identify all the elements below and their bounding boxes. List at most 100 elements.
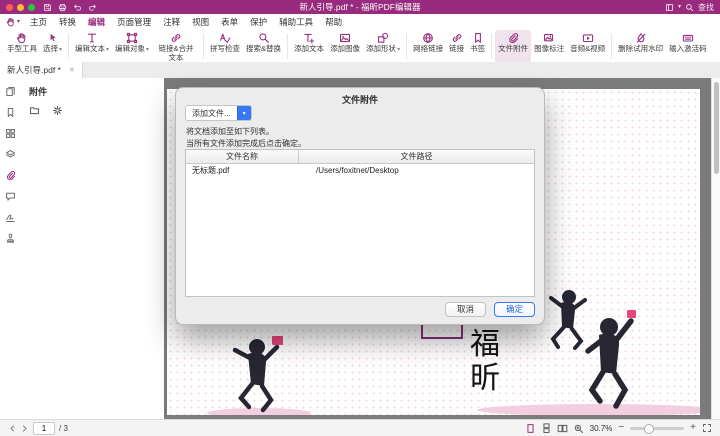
tool-activation-code[interactable]: 输入激活码 [666, 30, 710, 63]
bookmark-icon[interactable] [5, 107, 16, 118]
tool-edit-text[interactable]: 编辑文本▾ [72, 30, 112, 63]
thumbnails-icon[interactable] [5, 128, 16, 139]
stamp-icon[interactable] [5, 233, 16, 244]
zoom-in-button[interactable]: + [690, 423, 696, 433]
page-navigation: / 3 [8, 422, 68, 435]
tool-add-text[interactable]: 添加文本 [291, 30, 327, 63]
continuous-page-icon[interactable] [541, 423, 552, 434]
next-page-icon[interactable] [20, 424, 29, 433]
zoom-window-button[interactable] [28, 4, 35, 11]
tool-label: 拼写检查 [210, 45, 240, 54]
column-header-2[interactable]: 文件路径 [299, 150, 534, 163]
tool-link-text[interactable]: 链接&合并文本 [152, 30, 200, 63]
edit-object-icon [126, 32, 138, 44]
dialog-instruction-1: 将文档添加至如下列表。 [186, 126, 274, 137]
tool-bookmark[interactable]: 书签 [467, 30, 488, 63]
tool-file-attachment[interactable]: 文件附件 [495, 30, 531, 63]
link-text-icon [170, 32, 182, 44]
attachment-icon[interactable] [5, 170, 16, 181]
zoom-slider-knob[interactable] [644, 424, 654, 434]
menu-item-保护[interactable]: 保护 [244, 16, 273, 28]
zoom-percent[interactable]: 30.7% [590, 424, 613, 433]
attachment-settings-icon[interactable] [52, 105, 63, 116]
menu-item-视图[interactable]: 视图 [186, 16, 215, 28]
save-icon[interactable] [43, 3, 52, 12]
dialog-title: 文件附件 [176, 88, 544, 106]
print-icon[interactable] [58, 3, 67, 12]
menu-item-帮助[interactable]: 帮助 [319, 16, 348, 28]
tool-select[interactable]: 选择▾ [40, 30, 65, 63]
tool-label: 链接&合并文本 [155, 45, 197, 62]
search-icon[interactable] [685, 3, 694, 12]
tool-link[interactable]: 链接 [446, 30, 467, 63]
page-number-input[interactable] [33, 422, 55, 435]
close-window-button[interactable] [6, 4, 13, 11]
undo-icon[interactable] [73, 3, 82, 12]
menu-item-辅助工具[interactable]: 辅助工具 [273, 16, 319, 28]
layout-icon[interactable] [665, 3, 674, 12]
document-tab[interactable]: 新人引导.pdf * ✕ [0, 62, 83, 78]
table-row[interactable]: 无标题.pdf/Users/foxitnet/Desktop [186, 164, 534, 177]
toolbar-separator [203, 34, 204, 59]
app-window: 新人引导.pdf * - 福昕PDF编辑器 ▾ 查找 ▾ 主页转换编辑页面管理注释… [0, 0, 720, 436]
tool-label: 链接 [449, 45, 464, 54]
ok-button[interactable]: 确定 [494, 302, 535, 317]
file-attachment-icon [507, 32, 519, 44]
tool-web-link[interactable]: 网络链接 [410, 30, 446, 63]
menu-item-页面管理[interactable]: 页面管理 [111, 16, 157, 28]
quick-tool-button[interactable]: ▾ [6, 17, 20, 27]
window-title: 新人引导.pdf * - 福昕PDF编辑器 [0, 0, 720, 14]
tool-add-image[interactable]: 添加图像 [327, 30, 363, 63]
fullscreen-icon[interactable] [702, 423, 712, 433]
file-path-cell: /Users/foxitnet/Desktop [310, 166, 534, 175]
zoom-controls: 30.7% − + [525, 423, 712, 434]
tool-remove-watermark[interactable]: 删除试用水印 [615, 30, 666, 63]
scrollbar-thumb[interactable] [714, 82, 719, 174]
tool-hand[interactable]: 手型工具 [4, 30, 40, 63]
column-header-1[interactable]: 文件名称 [186, 150, 299, 163]
cancel-button[interactable]: 取消 [445, 302, 486, 317]
tool-edit-object[interactable]: 编辑对象▾ [112, 30, 152, 63]
tool-label: 搜索&替换 [246, 45, 281, 54]
marquee-zoom-icon[interactable] [573, 423, 584, 434]
tab-close-icon[interactable]: ✕ [69, 66, 75, 74]
menu-item-编辑[interactable]: 编辑 [82, 16, 111, 28]
minimize-window-button[interactable] [17, 4, 24, 11]
web-link-icon [422, 32, 434, 44]
layout-caret-icon[interactable]: ▾ [678, 4, 681, 10]
tool-image-annotation[interactable]: 图像标注 [531, 30, 567, 63]
add-text-icon [303, 32, 315, 44]
toolbar-separator [68, 34, 69, 59]
single-page-icon[interactable] [525, 423, 536, 434]
tool-spellcheck[interactable]: 拼写检查 [207, 30, 243, 63]
toolbar-separator [406, 34, 407, 59]
zoom-slider[interactable] [630, 427, 684, 430]
facing-page-icon[interactable] [557, 423, 568, 434]
remove-watermark-icon [635, 32, 647, 44]
menu-item-转换[interactable]: 转换 [53, 16, 82, 28]
zoom-out-button[interactable]: − [618, 423, 624, 433]
page-total-label: / 3 [59, 424, 68, 433]
menu-item-主页[interactable]: 主页 [24, 16, 53, 28]
add-file-dropdown-icon[interactable]: ▾ [237, 106, 251, 120]
menubar: ▾ 主页转换编辑页面管理注释视图表单保护辅助工具帮助 [0, 14, 720, 30]
search-replace-icon [258, 32, 270, 44]
pages-icon[interactable] [5, 86, 16, 97]
tool-search-replace[interactable]: 搜索&替换 [243, 30, 284, 63]
layers-icon[interactable] [5, 149, 16, 160]
tool-audio-video[interactable]: 音频&视频 [567, 30, 608, 63]
signature-icon[interactable] [5, 212, 16, 223]
find-label[interactable]: 查找 [698, 2, 714, 13]
add-file-button[interactable]: 添加文件... ▾ [185, 105, 252, 121]
tool-add-shape[interactable]: 添加形状▾ [363, 30, 403, 63]
redo-icon[interactable] [88, 3, 97, 12]
vertical-scrollbar[interactable] [711, 78, 720, 420]
comment-icon[interactable] [5, 191, 16, 202]
file-name-cell: 无标题.pdf [186, 165, 310, 176]
menu-item-注释[interactable]: 注释 [157, 16, 186, 28]
open-attachment-icon[interactable] [29, 105, 40, 116]
toolbar-separator [287, 34, 288, 59]
menu-item-表单[interactable]: 表单 [215, 16, 244, 28]
tool-label: 编辑文本▾ [75, 45, 109, 55]
prev-page-icon[interactable] [8, 424, 17, 433]
